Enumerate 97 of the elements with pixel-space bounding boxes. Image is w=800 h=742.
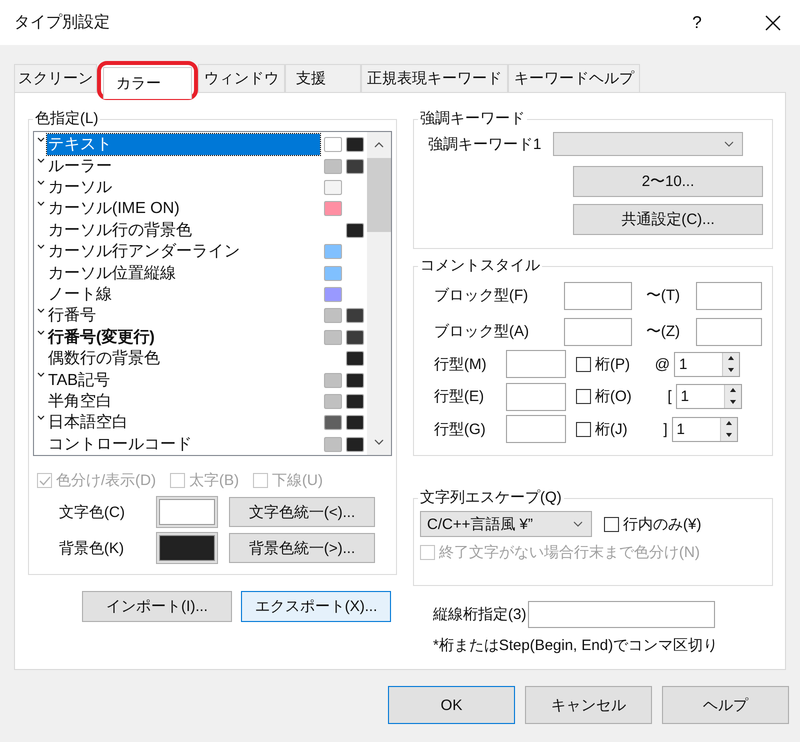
spin-field[interactable]: 1 bbox=[676, 384, 742, 409]
scroll-thumb[interactable] bbox=[367, 158, 391, 232]
item-label: ノート線 bbox=[47, 285, 113, 306]
escape-dropdown[interactable]: C/C++言語風 ¥” bbox=[420, 511, 592, 537]
field-label: 〜(T) bbox=[644, 286, 680, 305]
tab[interactable]: 正規表現キーワード bbox=[361, 64, 508, 92]
checkbox-label: 行内のみ(¥) bbox=[623, 514, 702, 534]
group-title: コメントスタイル bbox=[418, 256, 542, 275]
item-label: 行番号(変更行) bbox=[47, 327, 156, 348]
field-label: 〜(Z) bbox=[644, 322, 680, 341]
list-item[interactable]: 偶数行の背景色 bbox=[34, 348, 367, 370]
group-title: 強調キーワード bbox=[418, 109, 527, 128]
item-label: 偶数行の背景色 bbox=[47, 348, 161, 370]
item-label: ルーラー bbox=[47, 156, 113, 177]
text-field[interactable] bbox=[528, 601, 716, 628]
checkbox[interactable] bbox=[576, 422, 591, 436]
field-label: 縦線桁指定(3) bbox=[433, 605, 526, 624]
checkbox-label: 桁(O) bbox=[595, 387, 632, 406]
list-item[interactable]: カーソル bbox=[34, 176, 367, 198]
checkbox-label: 桁(J) bbox=[595, 420, 628, 438]
field-label: 行型(E) bbox=[433, 387, 485, 406]
button[interactable]: 文字色統一(<)... bbox=[229, 497, 375, 527]
item-label: カーソル位置縦線 bbox=[47, 264, 177, 284]
button[interactable]: キャンセル bbox=[525, 686, 652, 724]
checkbox-label: 桁(P) bbox=[595, 354, 630, 374]
text-field[interactable] bbox=[564, 282, 632, 310]
list-item[interactable]: ノート線 bbox=[34, 284, 367, 306]
scroll-up-icon bbox=[374, 142, 384, 148]
close-icon bbox=[765, 14, 781, 30]
list-item[interactable]: TAB記号 bbox=[34, 369, 367, 391]
field-label: 行型(G) bbox=[433, 420, 487, 438]
button[interactable]: 2〜10... bbox=[573, 166, 763, 197]
item-label: カーソル(IME ON) bbox=[47, 199, 181, 220]
list-item[interactable]: カーソル行アンダーライン bbox=[34, 241, 367, 262]
scrollbar[interactable] bbox=[367, 132, 391, 455]
list-item[interactable]: カーソル(IME ON) bbox=[34, 198, 367, 220]
chevron-down-icon bbox=[724, 141, 734, 147]
window-title: タイプ別設定 bbox=[14, 12, 111, 33]
import-button[interactable]: インポート(I)... bbox=[82, 591, 232, 622]
checkbox[interactable] bbox=[604, 516, 619, 532]
tab[interactable]: ウィンドウ bbox=[198, 64, 285, 92]
button[interactable]: OK bbox=[388, 686, 515, 724]
scroll-down-icon bbox=[374, 439, 384, 445]
item-label: テキスト bbox=[47, 134, 320, 156]
item-label: 行番号 bbox=[47, 306, 97, 326]
field-label: ] bbox=[662, 420, 668, 438]
check-icon bbox=[38, 476, 50, 486]
tab[interactable]: 支援 bbox=[285, 64, 361, 92]
spin-field[interactable]: 1 bbox=[672, 416, 738, 442]
field-label: 行型(M) bbox=[433, 354, 488, 374]
item-label: カーソル行の背景色 bbox=[47, 220, 193, 241]
button[interactable]: 共通設定(C)... bbox=[573, 204, 763, 235]
checkbox[interactable] bbox=[576, 356, 591, 372]
text-field[interactable] bbox=[506, 415, 566, 443]
help-button[interactable]: ? bbox=[674, 0, 720, 45]
field-label: 文字色(C) bbox=[59, 502, 126, 522]
item-label: TAB記号 bbox=[47, 370, 111, 391]
button[interactable]: 背景色統一(>)... bbox=[229, 533, 375, 563]
list-item[interactable]: コントロールコード bbox=[34, 434, 367, 456]
item-label: 日本語空白 bbox=[47, 412, 129, 434]
hint-text: *桁またはStep(Begin, End)でコンマ区切り bbox=[433, 636, 720, 655]
text-field[interactable] bbox=[506, 350, 566, 378]
item-label: コントロールコード bbox=[47, 434, 193, 455]
text-field[interactable] bbox=[696, 282, 762, 310]
tab[interactable]: スクリーン bbox=[14, 64, 97, 92]
group-title: 文字列エスケープ(Q) bbox=[418, 488, 564, 507]
button[interactable]: ヘルプ bbox=[662, 686, 789, 724]
checkbox-label: 太字(B) bbox=[189, 471, 239, 490]
field-label: @ bbox=[654, 356, 671, 372]
text-field[interactable] bbox=[506, 382, 566, 410]
list-item[interactable]: ルーラー bbox=[34, 155, 367, 177]
tab[interactable]: カラー bbox=[103, 67, 192, 99]
group-title: 色指定(L) bbox=[33, 109, 100, 128]
checkbox[interactable] bbox=[576, 389, 591, 404]
list-item[interactable]: テキスト bbox=[34, 134, 367, 156]
list-item[interactable]: 日本語空白 bbox=[34, 412, 367, 434]
item-label: カーソル行アンダーライン bbox=[47, 242, 241, 262]
list-item[interactable]: 行番号(変更行) bbox=[34, 326, 367, 348]
list-item[interactable]: 行番号 bbox=[34, 305, 367, 327]
list-item[interactable]: 半角空白 bbox=[34, 390, 367, 412]
keyword-dropdown[interactable] bbox=[553, 132, 744, 156]
tab[interactable]: キーワードヘルプ bbox=[508, 64, 640, 92]
checkbox-label: 色分け/表示(D) bbox=[56, 471, 156, 490]
field-label: 背景色(K) bbox=[59, 538, 125, 558]
list-item[interactable]: カーソル位置縦線 bbox=[34, 262, 367, 284]
text-field[interactable] bbox=[696, 318, 762, 346]
field-label: 強調キーワード1 bbox=[428, 134, 542, 154]
checkbox-label: 終了文字がない場合行末まで色分け(N) bbox=[439, 543, 700, 562]
chevron-down-icon bbox=[573, 521, 583, 527]
export-button[interactable]: エクスポート(X)... bbox=[241, 591, 391, 622]
spin-field[interactable]: 1 bbox=[674, 352, 740, 376]
item-label: カーソル bbox=[47, 178, 113, 198]
checkbox-label: 下線(U) bbox=[272, 471, 323, 490]
text-field[interactable] bbox=[564, 318, 632, 346]
item-label: 半角空白 bbox=[47, 392, 113, 412]
list-item[interactable]: カーソル行の背景色 bbox=[34, 220, 367, 242]
field-label: [ bbox=[666, 388, 673, 405]
